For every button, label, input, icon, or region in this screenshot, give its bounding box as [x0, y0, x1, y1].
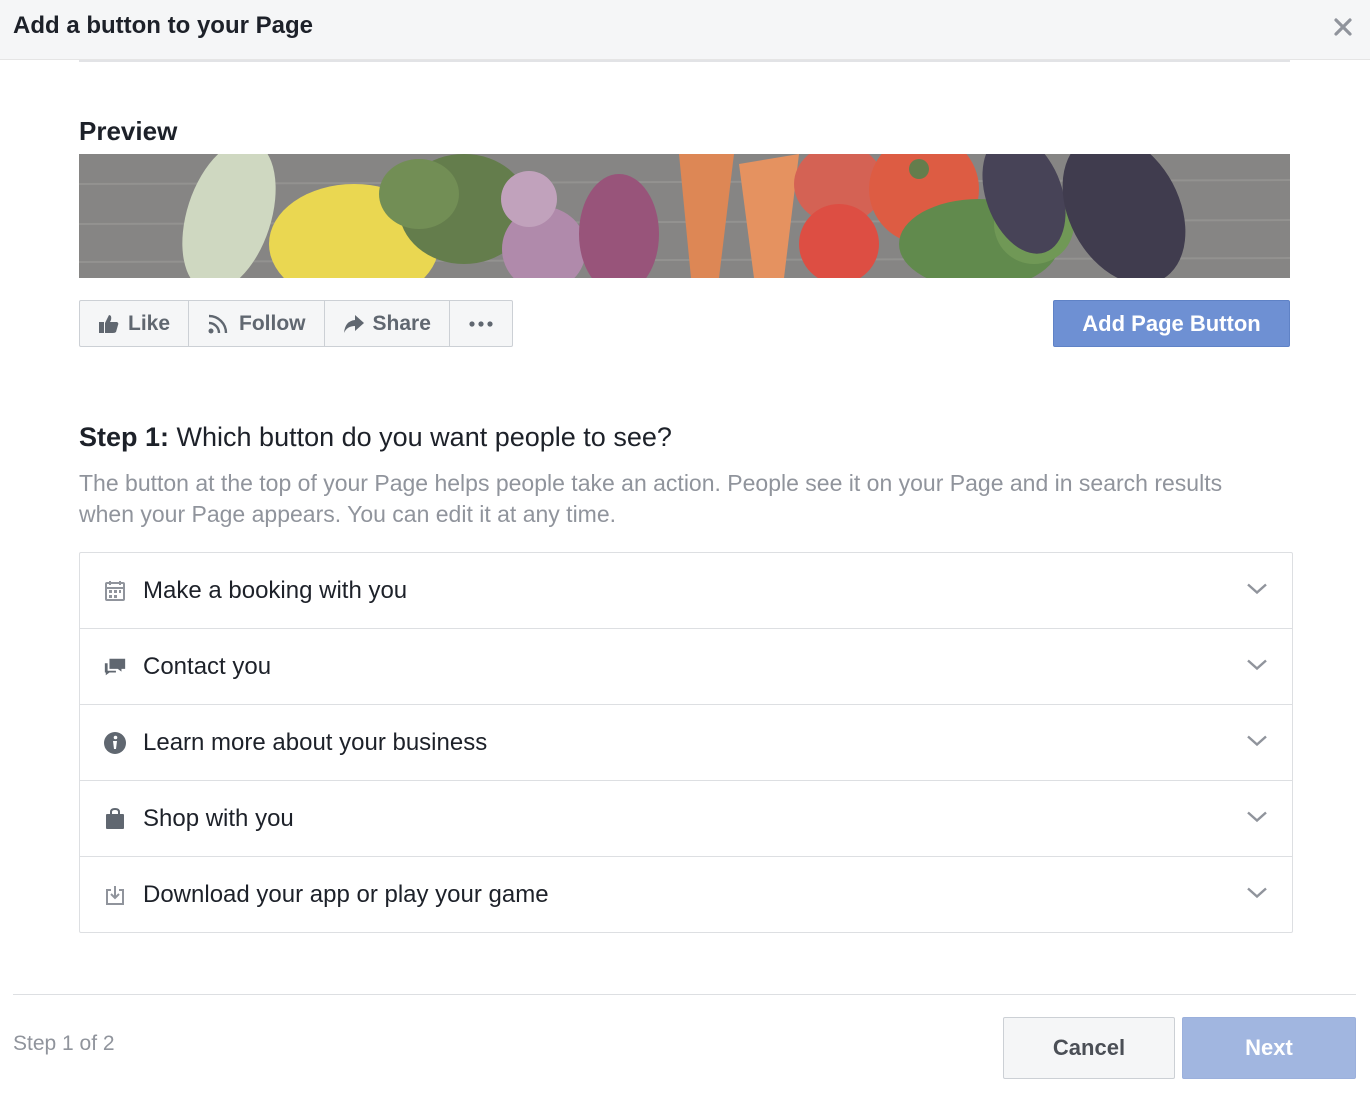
- step-description: The button at the top of your Page helps…: [79, 470, 1223, 527]
- chevron-down-icon: [1246, 581, 1268, 600]
- close-icon[interactable]: [1330, 14, 1356, 40]
- like-button[interactable]: Like: [80, 301, 190, 346]
- option-label: Contact you: [143, 652, 272, 680]
- more-button[interactable]: [450, 301, 512, 346]
- share-label: Share: [372, 311, 431, 335]
- option-booking[interactable]: Make a booking with you: [80, 553, 1292, 629]
- step-heading: Step 1: Which button do you want people …: [79, 422, 672, 453]
- step-question: Which button do you want people to see?: [169, 422, 672, 452]
- follow-button[interactable]: Follow: [189, 301, 325, 346]
- more-dots-icon: [468, 320, 494, 328]
- button-options-list: Make a booking with you Contact you Lear…: [79, 552, 1293, 933]
- footer-divider: [13, 994, 1356, 995]
- step-count: Step 1 of 2: [13, 1032, 115, 1055]
- preview-heading: Preview: [79, 116, 178, 146]
- cancel-button[interactable]: Cancel: [1003, 1017, 1175, 1079]
- download-icon: [103, 883, 127, 907]
- option-contact[interactable]: Contact you: [80, 629, 1292, 705]
- cover-photo: [79, 154, 1290, 278]
- rss-follow-icon: [207, 313, 231, 335]
- share-arrow-icon: [343, 314, 365, 334]
- option-label: Shop with you: [143, 804, 294, 832]
- option-label: Learn more about your business: [143, 728, 488, 756]
- chat-bubbles-icon: [103, 655, 127, 679]
- chevron-down-icon: [1246, 657, 1268, 676]
- option-learn-more[interactable]: Learn more about your business: [80, 705, 1292, 781]
- option-shop[interactable]: Shop with you: [80, 781, 1292, 857]
- thumbs-up-icon: [98, 314, 120, 334]
- add-button-dialog: Add a button to your Page Preview Like F…: [0, 0, 1370, 1107]
- info-icon: [103, 731, 127, 755]
- shopping-bag-icon: [103, 807, 127, 831]
- page-action-bar: Like Follow Share: [79, 300, 513, 347]
- option-download[interactable]: Download your app or play your game: [80, 857, 1292, 932]
- chevron-down-icon: [1246, 809, 1268, 828]
- like-label: Like: [128, 311, 171, 335]
- next-button[interactable]: Next: [1182, 1017, 1356, 1079]
- chevron-down-icon: [1246, 733, 1268, 752]
- dialog-header: Add a button to your Page: [0, 0, 1370, 60]
- divider: [79, 60, 1290, 62]
- calendar-icon: [103, 579, 127, 603]
- option-label: Make a booking with you: [143, 576, 408, 604]
- option-label: Download your app or play your game: [143, 880, 549, 908]
- dialog-title: Add a button to your Page: [13, 12, 313, 39]
- follow-label: Follow: [239, 311, 306, 335]
- add-page-button[interactable]: Add Page Button: [1053, 300, 1290, 347]
- chevron-down-icon: [1246, 885, 1268, 904]
- share-button[interactable]: Share: [325, 301, 450, 346]
- step-label: Step 1:: [79, 422, 170, 452]
